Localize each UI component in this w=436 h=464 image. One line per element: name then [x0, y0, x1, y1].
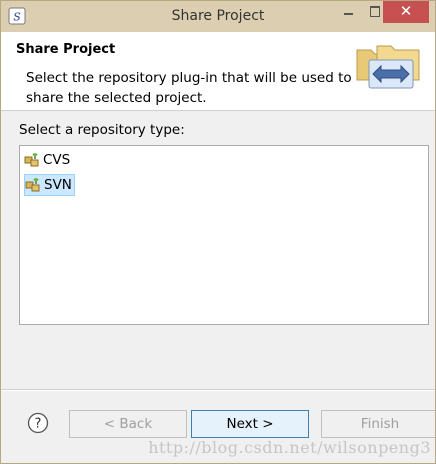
repository-type-list[interactable]: CVS SVN	[19, 145, 429, 325]
finish-button[interactable]: Finish	[321, 410, 435, 438]
list-item-label: SVN	[44, 177, 72, 193]
next-button[interactable]: Next >	[191, 410, 309, 438]
repository-icon	[25, 178, 40, 192]
wizard-header: Share Project Select the repository plug…	[1, 32, 435, 111]
close-icon: ✕	[399, 2, 413, 20]
close-button[interactable]: ✕	[383, 1, 429, 23]
list-item-svn[interactable]: SVN	[24, 174, 75, 196]
minimize-button[interactable]	[335, 1, 361, 23]
page-description: Select the repository plug-in that will …	[26, 70, 352, 106]
button-bar-separator	[1, 389, 435, 391]
watermark: http://blog.csdn.net/wilsonpeng3	[148, 438, 431, 457]
list-item-cvs[interactable]: CVS	[24, 150, 72, 170]
help-button[interactable]: ?	[27, 412, 49, 434]
share-project-dialog: S Share Project ✕ Share Project Select t…	[0, 0, 436, 464]
title-bar[interactable]: S Share Project ✕	[1, 1, 435, 32]
back-button[interactable]: < Back	[69, 410, 187, 438]
share-folders-icon	[356, 45, 420, 89]
repository-icon	[24, 153, 39, 167]
page-title: Share Project	[16, 42, 116, 57]
help-icon: ?	[35, 417, 42, 432]
repository-type-label: Select a repository type:	[19, 122, 185, 138]
list-item-label: CVS	[43, 152, 71, 168]
